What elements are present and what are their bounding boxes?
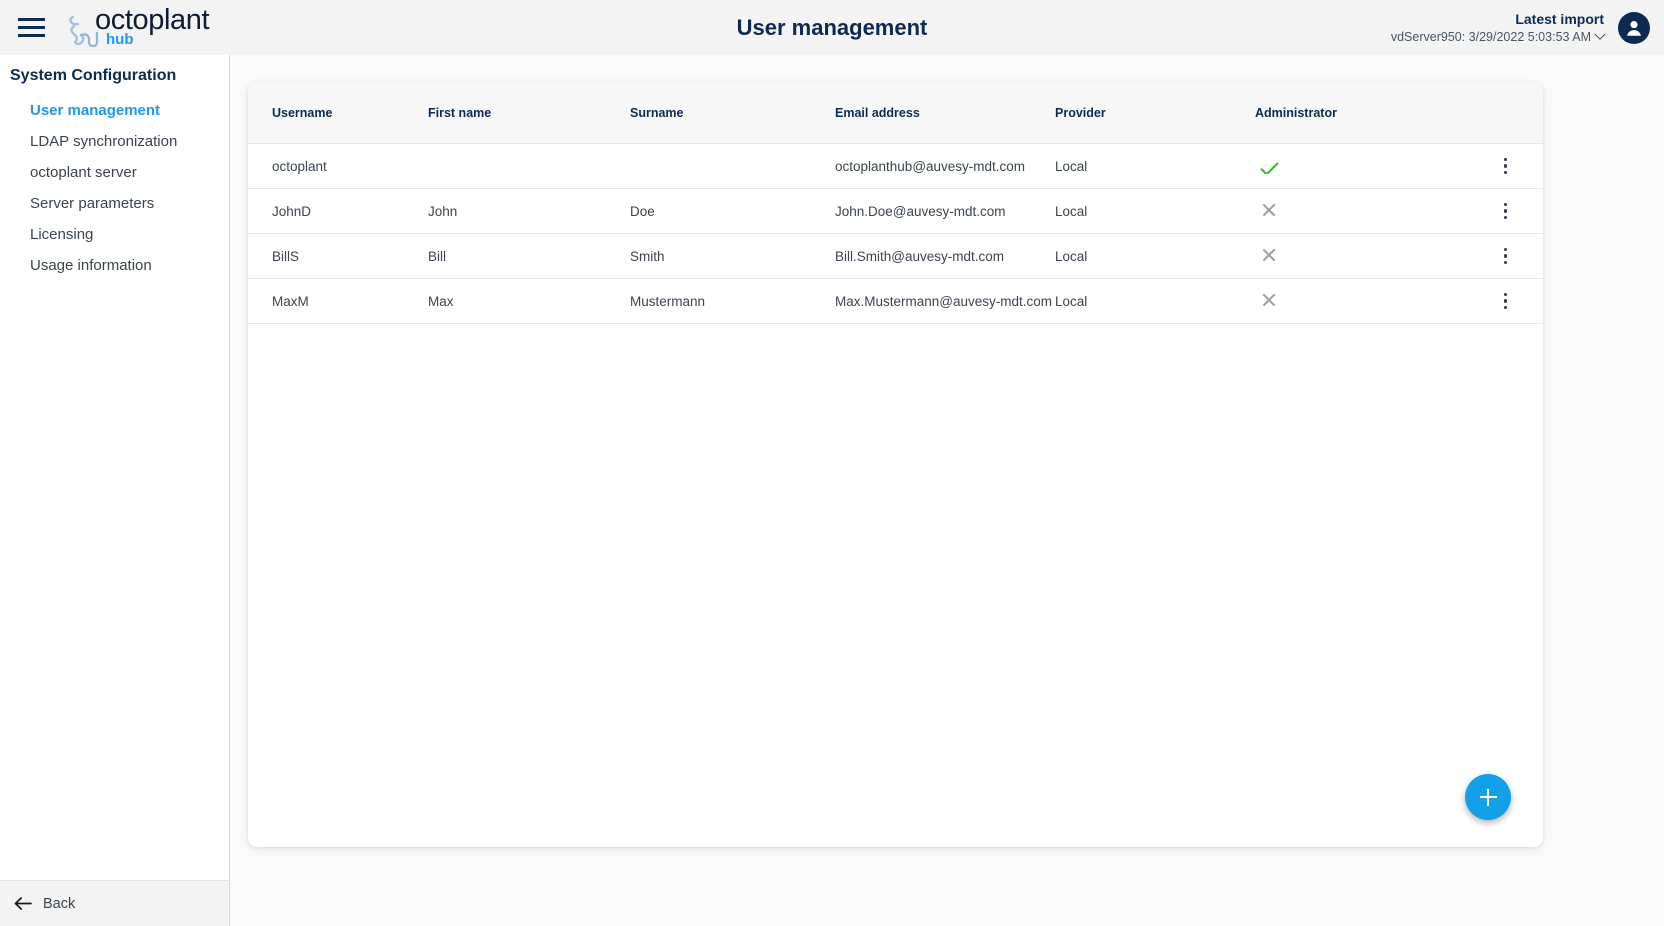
sidebar-item-ldap-synchronization[interactable]: LDAP synchronization (0, 126, 229, 157)
cell-username: BillS (248, 249, 428, 264)
table-header-row: Username First name Surname Email addres… (248, 82, 1543, 144)
kebab-dot (1504, 216, 1508, 220)
kebab-menu-icon[interactable] (1493, 198, 1519, 224)
logo-subtext: hub (106, 31, 134, 48)
latest-import-selector[interactable]: vdServer950: 3/29/2022 5:03:53 AM (1391, 29, 1604, 46)
cell-first-name: Max (428, 294, 630, 309)
column-header-username: Username (248, 106, 428, 120)
cell-surname: Doe (630, 204, 835, 219)
kebab-menu-icon[interactable] (1493, 153, 1519, 179)
sidebar-item-server-parameters[interactable]: Server parameters (0, 188, 229, 219)
octoplant-logo[interactable]: octoplant hub (67, 3, 232, 53)
kebab-dot (1504, 209, 1508, 213)
cell-provider: Local (1055, 249, 1255, 264)
cell-surname: Mustermann (630, 294, 835, 309)
column-header-email-address: Email address (835, 106, 1055, 120)
cell-administrator (1255, 247, 1468, 266)
hamburger-bar (18, 34, 45, 37)
sidebar-section-title: System Configuration (10, 67, 229, 85)
kebab-dot (1504, 299, 1508, 303)
cell-email: John.Doe@auvesy-mdt.com (835, 204, 1055, 219)
user-avatar[interactable] (1618, 12, 1650, 44)
sidebar-item-licensing[interactable]: Licensing (0, 219, 229, 250)
sidebar: System Configuration User management LDA… (0, 55, 230, 926)
column-header-provider: Provider (1055, 106, 1255, 120)
back-button[interactable]: Back (0, 880, 229, 926)
kebab-dot (1504, 164, 1508, 168)
kebab-dot (1504, 248, 1508, 252)
hamburger-bar (18, 18, 45, 21)
row-menu-cell (1468, 243, 1543, 269)
sidebar-item-octoplant-server[interactable]: octoplant server (0, 157, 229, 188)
sidebar-item-usage-information[interactable]: Usage information (0, 250, 229, 281)
cell-first-name: John (428, 204, 630, 219)
table-row[interactable]: BillS Bill Smith Bill.Smith@auvesy-mdt.c… (248, 234, 1543, 279)
kebab-dot (1504, 306, 1508, 310)
app-header: octoplant hub User management Latest imp… (0, 0, 1664, 55)
row-menu-cell (1468, 153, 1543, 179)
cell-administrator (1255, 202, 1468, 221)
cell-email: octoplanthub@auvesy-mdt.com (835, 159, 1055, 174)
kebab-dot (1504, 171, 1508, 175)
user-avatar-icon (1623, 17, 1645, 39)
kebab-dot (1504, 203, 1508, 207)
cell-username: JohnD (248, 204, 428, 219)
cell-provider: Local (1055, 294, 1255, 309)
cell-provider: Local (1055, 159, 1255, 174)
column-header-first-name: First name (428, 106, 630, 120)
user-table: Username First name Surname Email addres… (248, 82, 1543, 324)
sidebar-item-user-management[interactable]: User management (0, 95, 229, 126)
latest-import-label: Latest import (1391, 10, 1604, 29)
main-content: Username First name Surname Email addres… (230, 55, 1664, 926)
table-row[interactable]: JohnD John Doe John.Doe@auvesy-mdt.com L… (248, 189, 1543, 234)
row-menu-cell (1468, 288, 1543, 314)
row-menu-cell (1468, 198, 1543, 224)
cell-email: Bill.Smith@auvesy-mdt.com (835, 249, 1055, 264)
cell-email: Max.Mustermann@auvesy-mdt.com (835, 294, 1055, 309)
cross-icon (1261, 292, 1277, 308)
hamburger-bar (18, 26, 45, 29)
cell-administrator (1255, 292, 1468, 311)
cell-surname: Smith (630, 249, 835, 264)
latest-import-value: vdServer950: 3/29/2022 5:03:53 AM (1391, 29, 1591, 46)
kebab-dot (1504, 254, 1508, 258)
cell-provider: Local (1055, 204, 1255, 219)
kebab-dot (1504, 158, 1508, 162)
table-row[interactable]: octoplant octoplanthub@auvesy-mdt.com Lo… (248, 144, 1543, 189)
user-table-card: Username First name Surname Email addres… (248, 82, 1543, 847)
plus-icon (1487, 789, 1489, 806)
kebab-menu-icon[interactable] (1493, 243, 1519, 269)
add-user-button[interactable] (1465, 774, 1511, 820)
arrow-left-icon (14, 896, 33, 911)
kebab-dot (1504, 261, 1508, 265)
chevron-down-icon (1594, 28, 1605, 39)
latest-import-block: Latest import vdServer950: 3/29/2022 5:0… (1391, 10, 1604, 46)
cell-administrator (1255, 159, 1468, 174)
cell-first-name: Bill (428, 249, 630, 264)
table-row[interactable]: MaxM Max Mustermann Max.Mustermann@auves… (248, 279, 1543, 324)
cross-icon (1261, 247, 1277, 263)
column-header-administrator: Administrator (1255, 106, 1468, 120)
check-icon (1260, 159, 1278, 174)
sidebar-nav: User management LDAP synchronization oct… (0, 95, 229, 281)
kebab-menu-icon[interactable] (1493, 288, 1519, 314)
back-button-label: Back (43, 896, 75, 912)
column-header-surname: Surname (630, 106, 835, 120)
kebab-dot (1504, 293, 1508, 297)
header-right-group: Latest import vdServer950: 3/29/2022 5:0… (1391, 0, 1650, 55)
cell-username: octoplant (248, 159, 428, 174)
hamburger-menu-icon[interactable] (13, 10, 49, 46)
cell-username: MaxM (248, 294, 428, 309)
cross-icon (1261, 202, 1277, 218)
